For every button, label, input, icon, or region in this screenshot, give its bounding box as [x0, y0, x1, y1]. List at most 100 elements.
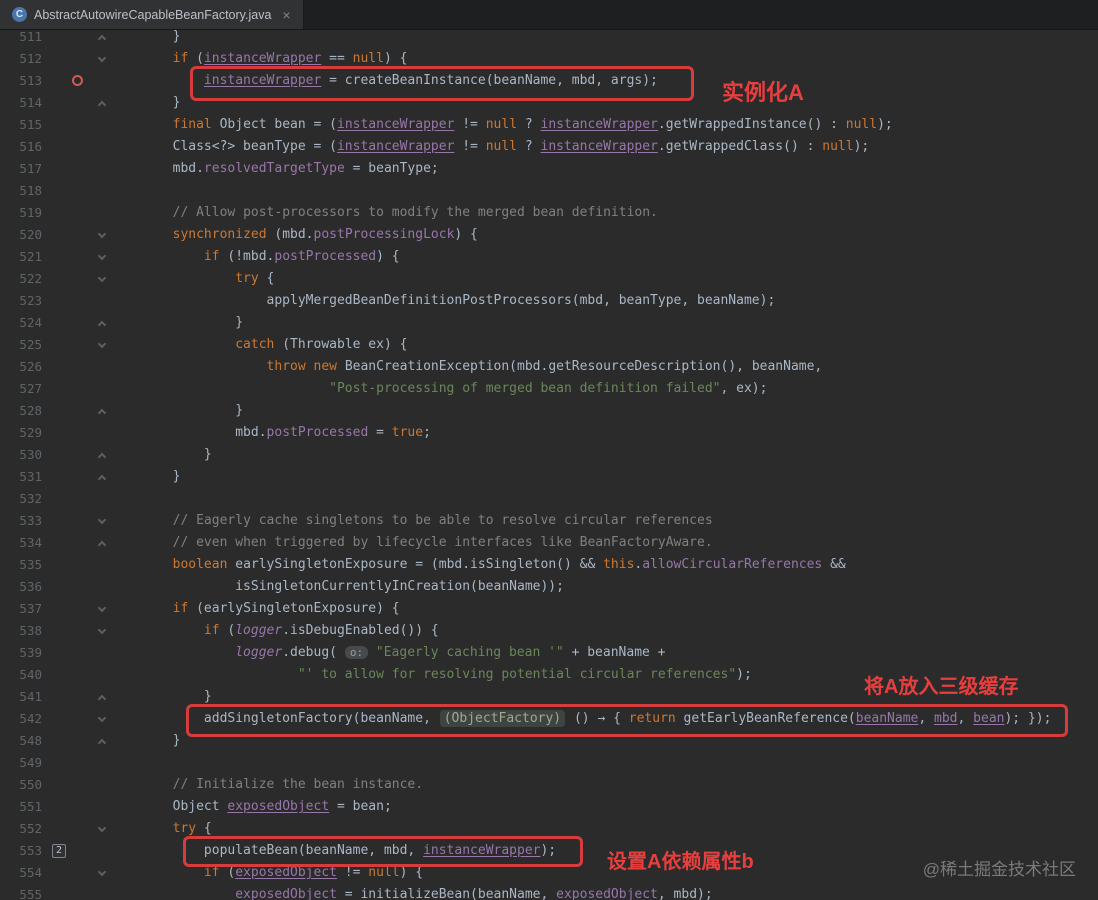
- code-line[interactable]: 537 if (earlySingletonExposure) {: [0, 598, 1098, 620]
- fold-marker-icon[interactable]: [97, 251, 107, 261]
- fold-marker-icon[interactable]: [97, 713, 107, 723]
- fold-marker-icon[interactable]: [97, 408, 107, 418]
- code-line[interactable]: 551 Object exposedObject = bean;: [0, 796, 1098, 818]
- fold-marker-icon[interactable]: [97, 320, 107, 330]
- gutter-cell[interactable]: 518: [0, 180, 110, 202]
- gutter-cell[interactable]: 533: [0, 510, 110, 532]
- code-line[interactable]: 517 mbd.resolvedTargetType = beanType;: [0, 158, 1098, 180]
- gutter-cell[interactable]: 512: [0, 48, 110, 70]
- code-line[interactable]: 511 }: [0, 30, 1098, 48]
- code-line[interactable]: 519 // Allow post-processors to modify t…: [0, 202, 1098, 224]
- gutter-cell[interactable]: 523: [0, 290, 110, 312]
- fold-marker-icon[interactable]: [97, 823, 107, 833]
- gutter-cell[interactable]: 532: [0, 488, 110, 510]
- gutter-cell[interactable]: 522: [0, 268, 110, 290]
- code-line[interactable]: 524 }: [0, 312, 1098, 334]
- code-line[interactable]: 514 }: [0, 92, 1098, 114]
- gutter-cell[interactable]: 521: [0, 246, 110, 268]
- fold-marker-icon[interactable]: [97, 100, 107, 110]
- gutter-cell[interactable]: 514: [0, 92, 110, 114]
- fold-marker-icon[interactable]: [97, 603, 107, 613]
- code-line[interactable]: 542 addSingletonFactory(beanName, (Objec…: [0, 708, 1098, 730]
- fold-marker-icon[interactable]: [97, 339, 107, 349]
- fold-marker-icon[interactable]: [97, 867, 107, 877]
- code-line[interactable]: 522 try {: [0, 268, 1098, 290]
- gutter-cell[interactable]: 548: [0, 730, 110, 752]
- code-line[interactable]: 530 }: [0, 444, 1098, 466]
- fold-marker-icon[interactable]: [97, 452, 107, 462]
- gutter-cell[interactable]: 552: [0, 818, 110, 840]
- code-line[interactable]: 520 synchronized (mbd.postProcessingLock…: [0, 224, 1098, 246]
- code-line[interactable]: 521 if (!mbd.postProcessed) {: [0, 246, 1098, 268]
- fold-marker-icon[interactable]: [97, 34, 107, 44]
- code-line[interactable]: 518: [0, 180, 1098, 202]
- gutter-cell[interactable]: 517: [0, 158, 110, 180]
- fold-marker-icon[interactable]: [97, 540, 107, 550]
- code-line[interactable]: 555 exposedObject = initializeBean(beanN…: [0, 884, 1098, 900]
- gutter-cell[interactable]: 519: [0, 202, 110, 224]
- code-line[interactable]: 552 try {: [0, 818, 1098, 840]
- gutter-cell[interactable]: 531: [0, 466, 110, 488]
- code-line[interactable]: 531 }: [0, 466, 1098, 488]
- bookmark-icon[interactable]: 2: [52, 844, 66, 858]
- code-line[interactable]: 532: [0, 488, 1098, 510]
- code-line[interactable]: 536 isSingletonCurrentlyInCreation(beanN…: [0, 576, 1098, 598]
- code-line[interactable]: 550 // Initialize the bean instance.: [0, 774, 1098, 796]
- gutter-cell[interactable]: 526: [0, 356, 110, 378]
- close-icon[interactable]: ×: [282, 7, 290, 23]
- gutter-cell[interactable]: 520: [0, 224, 110, 246]
- gutter-cell[interactable]: 553 2: [0, 840, 110, 862]
- fold-marker-icon[interactable]: [97, 229, 107, 239]
- fold-marker-icon[interactable]: [97, 625, 107, 635]
- gutter-cell[interactable]: 537: [0, 598, 110, 620]
- gutter-cell[interactable]: 538: [0, 620, 110, 642]
- code-line[interactable]: 512 if (instanceWrapper == null) {: [0, 48, 1098, 70]
- gutter-cell[interactable]: 540: [0, 664, 110, 686]
- code-line[interactable]: 535 boolean earlySingletonExposure = (mb…: [0, 554, 1098, 576]
- gutter-cell[interactable]: 550: [0, 774, 110, 796]
- gutter-cell[interactable]: 555: [0, 884, 110, 900]
- code-line[interactable]: 516 Class<?> beanType = (instanceWrapper…: [0, 136, 1098, 158]
- code-line[interactable]: 526 throw new BeanCreationException(mbd.…: [0, 356, 1098, 378]
- code-line[interactable]: 534 // even when triggered by lifecycle …: [0, 532, 1098, 554]
- code-line[interactable]: 533 // Eagerly cache singletons to be ab…: [0, 510, 1098, 532]
- gutter-cell[interactable]: 551: [0, 796, 110, 818]
- fold-marker-icon[interactable]: [97, 515, 107, 525]
- code-line[interactable]: 515 final Object bean = (instanceWrapper…: [0, 114, 1098, 136]
- code-line[interactable]: 539 logger.debug( o: "Eagerly caching be…: [0, 642, 1098, 664]
- gutter-cell[interactable]: 516: [0, 136, 110, 158]
- fold-marker-icon[interactable]: [97, 53, 107, 63]
- code-line[interactable]: 525 catch (Throwable ex) {: [0, 334, 1098, 356]
- code-line[interactable]: 528 }: [0, 400, 1098, 422]
- gutter-cell[interactable]: 529: [0, 422, 110, 444]
- code-line[interactable]: 538 if (logger.isDebugEnabled()) {: [0, 620, 1098, 642]
- code-editor[interactable]: 511 } 512 if (instanceWrapper == null) {5…: [0, 30, 1098, 900]
- gutter-cell[interactable]: 528: [0, 400, 110, 422]
- gutter-cell[interactable]: 535: [0, 554, 110, 576]
- code-line[interactable]: 548 }: [0, 730, 1098, 752]
- code-line[interactable]: 549: [0, 752, 1098, 774]
- breakpoint-icon[interactable]: [72, 75, 83, 86]
- gutter-cell[interactable]: 549: [0, 752, 110, 774]
- gutter-cell[interactable]: 515: [0, 114, 110, 136]
- gutter-cell[interactable]: 542: [0, 708, 110, 730]
- gutter-cell[interactable]: 513: [0, 70, 110, 92]
- code-line[interactable]: 527 "Post-processing of merged bean defi…: [0, 378, 1098, 400]
- gutter-cell[interactable]: 511: [0, 30, 110, 48]
- gutter-cell[interactable]: 541: [0, 686, 110, 708]
- gutter-cell[interactable]: 536: [0, 576, 110, 598]
- tab-file[interactable]: C AbstractAutowireCapableBeanFactory.jav…: [0, 0, 304, 29]
- fold-marker-icon[interactable]: [97, 694, 107, 704]
- gutter-cell[interactable]: 524: [0, 312, 110, 334]
- gutter-cell[interactable]: 525: [0, 334, 110, 356]
- gutter-cell[interactable]: 527: [0, 378, 110, 400]
- gutter-cell[interactable]: 539: [0, 642, 110, 664]
- code-line[interactable]: 529 mbd.postProcessed = true;: [0, 422, 1098, 444]
- fold-marker-icon[interactable]: [97, 273, 107, 283]
- fold-marker-icon[interactable]: [97, 738, 107, 748]
- gutter-cell[interactable]: 534: [0, 532, 110, 554]
- gutter-cell[interactable]: 530: [0, 444, 110, 466]
- gutter-cell[interactable]: 554: [0, 862, 110, 884]
- fold-marker-icon[interactable]: [97, 474, 107, 484]
- code-line[interactable]: 513 instanceWrapper = createBeanInstance…: [0, 70, 1098, 92]
